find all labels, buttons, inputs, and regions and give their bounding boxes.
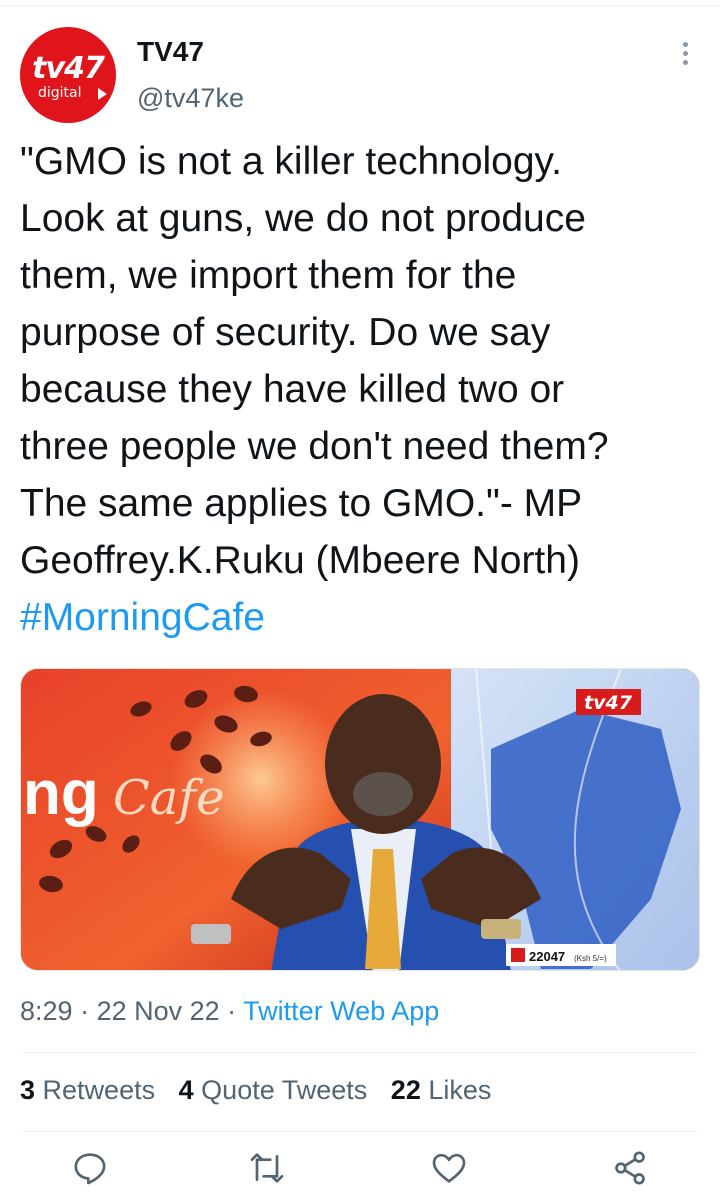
tweet-date[interactable]: 22 Nov 22 bbox=[97, 996, 220, 1026]
banner-text: ng bbox=[23, 759, 99, 828]
user-handle[interactable]: @tv47ke bbox=[137, 83, 244, 114]
tweet-text-line: purpose of security. Do we say bbox=[20, 311, 551, 354]
quote-tweets-stat[interactable]: 4 Quote Tweets bbox=[179, 1075, 368, 1105]
tweet-detail-page: tv47 digital TV47 @tv47ke "GMO is not a … bbox=[0, 0, 720, 1202]
banner-script: Cafe bbox=[113, 770, 225, 826]
avatar[interactable]: tv47 digital bbox=[20, 27, 116, 123]
likes-stat[interactable]: 22 Likes bbox=[391, 1075, 492, 1105]
top-divider bbox=[0, 0, 720, 6]
divider bbox=[20, 1052, 700, 1053]
meta-separator: · bbox=[219, 996, 244, 1026]
share-icon[interactable] bbox=[610, 1148, 650, 1188]
action-bar bbox=[0, 1148, 720, 1196]
tweet-source-link[interactable]: Twitter Web App bbox=[243, 996, 439, 1026]
quote-tweets-count: 4 bbox=[178, 1075, 194, 1105]
ticker-value: 22047 bbox=[529, 949, 565, 964]
tweet-text-line: Look at guns, we do not produce bbox=[20, 197, 586, 240]
ticker-unit: (Ksh 5/=) bbox=[574, 954, 607, 963]
play-icon bbox=[98, 88, 107, 100]
tweet-text-line: The same applies to GMO."- MP bbox=[20, 482, 583, 525]
heart-icon[interactable] bbox=[429, 1148, 469, 1188]
divider bbox=[20, 1131, 700, 1132]
likes-label: Likes bbox=[428, 1075, 492, 1105]
retweets-count: 3 bbox=[20, 1075, 36, 1105]
retweets-label: Retweets bbox=[42, 1075, 156, 1105]
channel-logo: tv47 bbox=[584, 692, 633, 714]
tweet-text-line: three people we don't need them? bbox=[20, 425, 609, 468]
meta-separator: · bbox=[72, 996, 97, 1026]
retweets-stat[interactable]: 3 Retweets bbox=[20, 1075, 155, 1105]
media-illustration: ng Cafe tv47 22047 (Ksh 5/=) bbox=[21, 669, 699, 970]
tweet-text-line: Geoffrey.K.Ruku (Mbeere North) bbox=[20, 539, 580, 582]
tweet-time[interactable]: 8:29 bbox=[20, 996, 73, 1026]
tweet-meta: 8:29 · 22 Nov 22 · Twitter Web App bbox=[20, 996, 439, 1027]
reply-icon[interactable] bbox=[70, 1148, 110, 1188]
more-icon[interactable] bbox=[678, 42, 692, 72]
tweet-text-line: "GMO is not a killer technology. bbox=[20, 140, 563, 183]
display-name[interactable]: TV47 bbox=[137, 36, 204, 68]
avatar-logo: tv47 bbox=[32, 51, 105, 86]
tweet-text-line: because they have killed two or bbox=[20, 368, 565, 411]
hashtag-link[interactable]: #MorningCafe bbox=[20, 589, 710, 646]
tweet-text: "GMO is not a killer technology. Look at… bbox=[20, 133, 710, 646]
retweet-icon[interactable] bbox=[247, 1148, 287, 1188]
tweet-text-line: them, we import them for the bbox=[20, 254, 517, 297]
tweet-stats: 3 Retweets 4 Quote Tweets 22 Likes bbox=[20, 1075, 507, 1106]
tweet-media-image[interactable]: ng Cafe tv47 22047 (Ksh 5/=) bbox=[20, 668, 700, 971]
quote-tweets-label: Quote Tweets bbox=[201, 1075, 368, 1105]
likes-count: 22 bbox=[390, 1075, 421, 1105]
